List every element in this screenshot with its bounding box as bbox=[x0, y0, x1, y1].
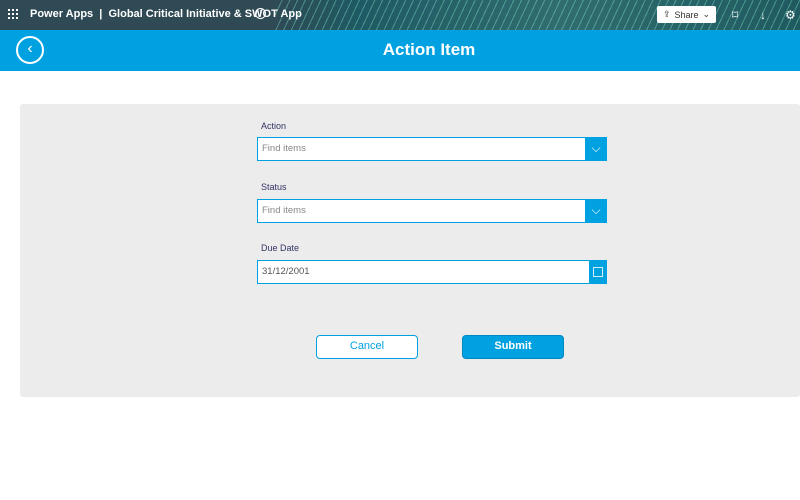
share-icon: ⇪ bbox=[662, 9, 671, 19]
page-title: Action Item bbox=[382, 40, 476, 59]
screen-header: ‹ Action Item bbox=[0, 30, 800, 71]
top-bar: Power Apps | Global Critical Initiative … bbox=[0, 0, 800, 30]
submit-button[interactable]: Submit bbox=[462, 335, 564, 359]
due-date-value: 31/12/2001 bbox=[262, 266, 310, 277]
banner-background bbox=[275, 0, 800, 30]
chevron-down-icon: ⌄ bbox=[702, 9, 711, 19]
info-icon[interactable]: i bbox=[255, 8, 266, 19]
status-placeholder: Find items bbox=[262, 205, 306, 216]
action-placeholder: Find items bbox=[262, 143, 306, 154]
download-icon[interactable]: ↓ bbox=[760, 8, 766, 22]
chevron-down-icon[interactable]: ⌵ bbox=[585, 137, 607, 161]
app-name: Global Critical Initiative & SWOT App bbox=[108, 8, 302, 20]
app-launcher-icon[interactable] bbox=[8, 9, 18, 19]
status-label: Status bbox=[261, 182, 287, 192]
action-label: Action bbox=[261, 121, 287, 131]
action-combobox[interactable]: Find items ⌵ bbox=[257, 137, 607, 161]
title-separator: | bbox=[99, 8, 103, 20]
calendar-icon[interactable] bbox=[589, 260, 607, 284]
chevron-down-icon[interactable]: ⌵ bbox=[585, 199, 607, 223]
cancel-button[interactable]: Cancel bbox=[316, 335, 418, 359]
due-date-picker[interactable]: 31/12/2001 bbox=[257, 260, 607, 284]
due-date-label: Due Date bbox=[261, 243, 300, 253]
share-label: Share bbox=[674, 9, 699, 20]
status-combobox[interactable]: Find items ⌵ bbox=[257, 199, 607, 223]
gear-icon[interactable]: ⚙ bbox=[785, 8, 796, 22]
product-name: Power Apps bbox=[30, 8, 94, 20]
share-button[interactable]: ⇪ Share ⌄ bbox=[657, 6, 716, 23]
fit-screen-icon[interactable]: ⌑ bbox=[732, 8, 738, 22]
